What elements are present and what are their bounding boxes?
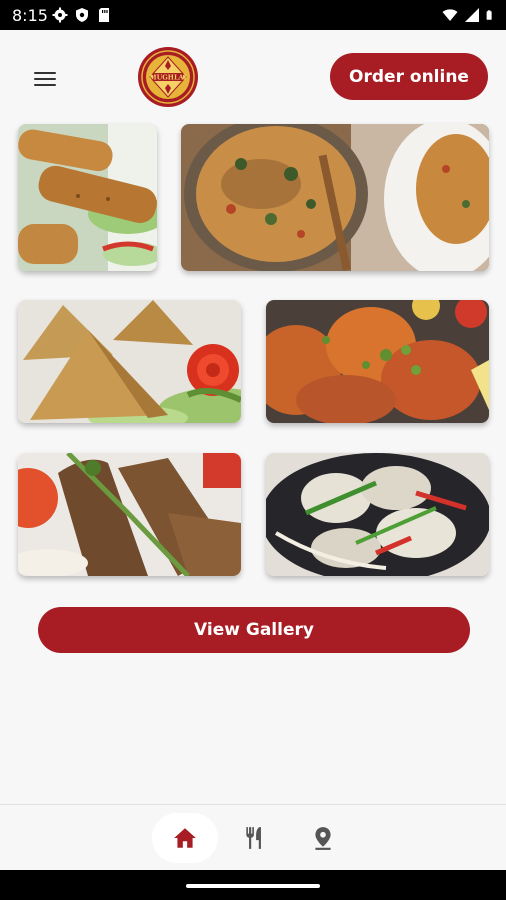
order-online-button[interactable]: Order online (330, 53, 488, 100)
location-pin-icon (315, 827, 331, 850)
status-bar: 8:15 (0, 0, 506, 30)
photo-seekh-kebab[interactable] (18, 124, 157, 271)
home-icon (174, 828, 196, 848)
shield-icon (76, 8, 88, 22)
cellular-icon (465, 8, 479, 22)
photo-biryani[interactable] (181, 124, 489, 271)
nav-menu[interactable] (222, 813, 288, 863)
wifi-icon (442, 9, 458, 21)
bottom-navigation (0, 804, 506, 870)
photo-tandoori-chicken[interactable] (266, 300, 489, 423)
fork-knife-icon (246, 827, 261, 849)
photo-samosa[interactable] (18, 300, 241, 423)
home-gesture-handle[interactable] (186, 884, 320, 888)
photo-chicken-tikka[interactable] (266, 453, 489, 576)
hamburger-menu-icon[interactable] (34, 68, 60, 90)
restaurant-logo[interactable]: MUGHLAI (137, 46, 199, 108)
gear-icon (52, 7, 68, 23)
sd-card-icon (99, 8, 109, 22)
system-gesture-bar (0, 870, 506, 900)
battery-icon (486, 10, 492, 20)
view-gallery-button[interactable]: View Gallery (38, 607, 470, 653)
nav-location[interactable] (290, 813, 356, 863)
photo-lamb-chops[interactable] (18, 453, 241, 576)
nav-home[interactable] (152, 813, 218, 863)
logo-text: MUGHLAI (149, 74, 186, 82)
app-header: MUGHLAI Order online (0, 30, 506, 122)
status-time: 8:15 (12, 6, 48, 25)
